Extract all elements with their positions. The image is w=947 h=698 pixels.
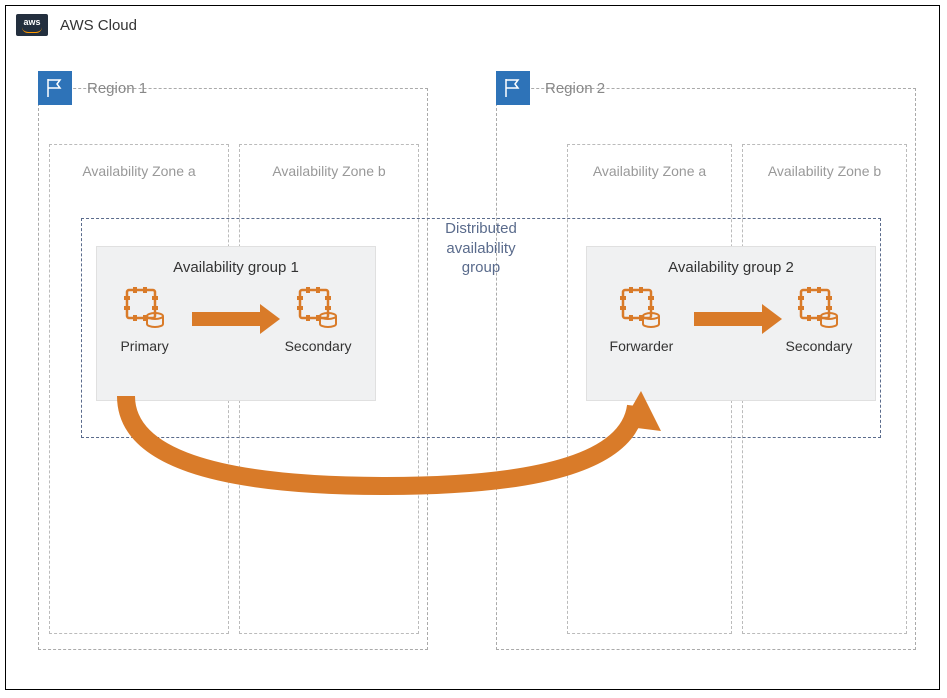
- region-2-header: Region 2: [496, 71, 605, 105]
- region-2-label: Region 2: [545, 80, 605, 97]
- node-label: Secondary: [285, 338, 352, 354]
- aws-logo-icon: aws: [16, 14, 48, 36]
- database-instance-icon: [795, 284, 843, 332]
- node-label: Primary: [120, 338, 168, 354]
- sync-arrow-icon: [192, 312, 262, 326]
- sync-arrow-icon: [694, 312, 764, 326]
- availability-group-1: Availability group 1 Primary: [96, 246, 376, 401]
- secondary-node-2: Secondary: [785, 284, 852, 354]
- database-instance-icon: [617, 284, 665, 332]
- node-label: Forwarder: [610, 338, 674, 354]
- az-label: Availability Zone b: [240, 163, 418, 179]
- ag2-title: Availability group 2: [599, 259, 863, 276]
- aws-cloud-container: aws AWS Cloud Region 1 Availability Zone…: [5, 5, 940, 690]
- az-label: Availability Zone a: [568, 163, 731, 179]
- region-flag-icon: [496, 71, 530, 105]
- ag1-content: Primary Secondary: [109, 284, 363, 354]
- az-label: Availability Zone a: [50, 163, 228, 179]
- region-flag-icon: [38, 71, 72, 105]
- availability-group-2: Availability group 2 Forwarder: [586, 246, 876, 401]
- node-label: Secondary: [785, 338, 852, 354]
- ag1-title: Availability group 1: [109, 259, 363, 276]
- cloud-label: AWS Cloud: [60, 17, 137, 34]
- forwarder-node: Forwarder: [610, 284, 674, 354]
- database-instance-icon: [294, 284, 342, 332]
- region-1-label: Region 1: [87, 80, 147, 97]
- region-1-header: Region 1: [38, 71, 147, 105]
- cloud-header: aws AWS Cloud: [16, 14, 137, 36]
- secondary-node: Secondary: [285, 284, 352, 354]
- az-label: Availability Zone b: [743, 163, 906, 179]
- ag2-content: Forwarder Secondary: [599, 284, 863, 354]
- database-instance-icon: [121, 284, 169, 332]
- cross-region-arrow-icon: [106, 386, 666, 516]
- primary-node: Primary: [120, 284, 168, 354]
- dag-label: Distributedavailabilitygroup: [445, 219, 517, 278]
